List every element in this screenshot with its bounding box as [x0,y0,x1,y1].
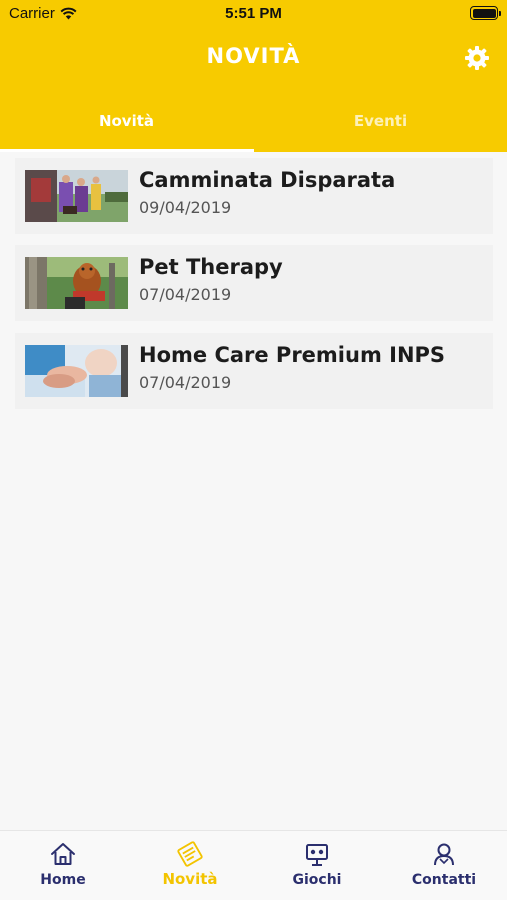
tabbar-label: Home [40,872,86,888]
gear-icon[interactable] [464,45,490,71]
tab-novita[interactable]: Novità [0,108,253,152]
tab-indicator [0,149,254,152]
tab-eventi[interactable]: Eventi [254,108,507,152]
page-title: NOVITÀ [206,44,301,68]
news-thumbnail [25,257,128,309]
top-tabs: Novità Eventi [0,108,507,152]
tabbar-label: Giochi [292,872,342,888]
game-box-icon [306,844,328,866]
tabbar-contatti[interactable]: Contatti [381,831,507,900]
bottom-tab-bar: Home Novità Giochi Contatti [0,830,507,900]
tabbar-giochi[interactable]: Giochi [254,831,380,900]
news-title: Home Care Premium INPS [139,343,446,367]
news-date: 07/04/2019 [139,285,232,304]
status-bar: Carrier 5:51 PM [0,0,507,28]
news-thumbnail [25,170,128,222]
battery-icon [470,6,501,20]
tabbar-label: Novità [162,870,218,888]
news-title: Camminata Disparata [139,168,396,192]
tabbar-novita[interactable]: Novità [127,831,253,900]
status-clock: 5:51 PM [225,5,282,22]
news-item[interactable]: Pet Therapy 07/04/2019 [15,245,493,321]
tabbar-home[interactable]: Home [0,831,126,900]
person-icon [434,843,454,866]
news-thumbnail [25,345,128,397]
tabbar-label: Contatti [411,872,477,888]
news-date: 09/04/2019 [139,198,232,217]
news-item[interactable]: Home Care Premium INPS 07/04/2019 [15,333,493,409]
house-icon [51,843,75,865]
news-item[interactable]: Camminata Disparata 09/04/2019 [15,158,493,234]
news-title: Pet Therapy [139,255,283,279]
news-date: 07/04/2019 [139,373,232,392]
app-header: Carrier 5:51 PM NOVITÀ Novità Eventi [0,0,507,152]
newspaper-icon [177,841,203,867]
